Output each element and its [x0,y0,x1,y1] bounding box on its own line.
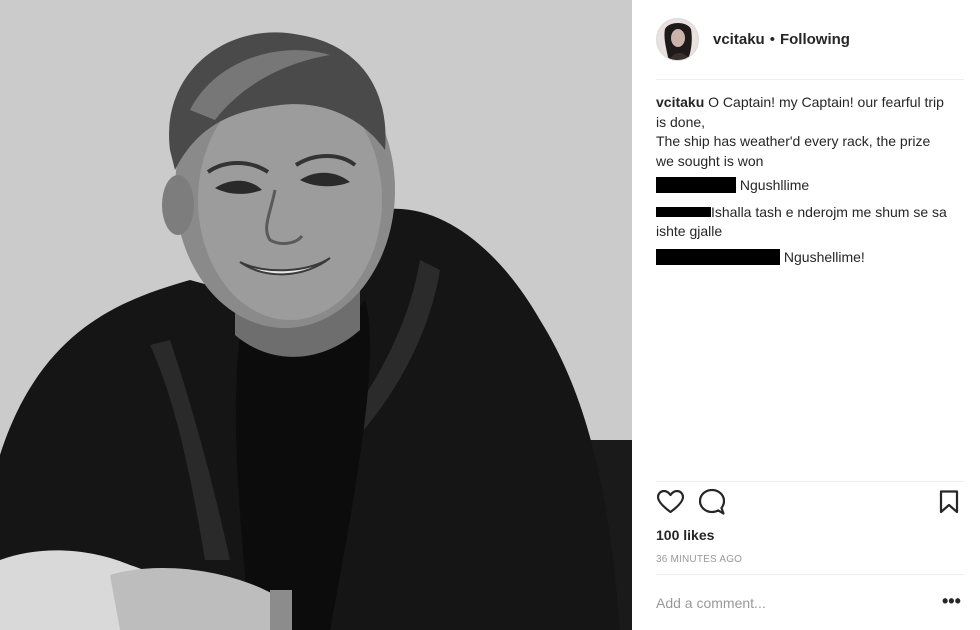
post-timestamp: 36 MINUTES AGO [656,554,743,565]
portrait-image [0,0,632,630]
avatar[interactable] [656,18,699,61]
comment-item: Ngushellime! [656,248,956,268]
comment-divider [656,574,964,575]
separator-dot: • [769,31,775,48]
add-comment-input[interactable]: Add a comment... [656,595,766,611]
comment-item: Ishalla tash e nderojm me shum se sa ish… [656,203,956,242]
post-username[interactable]: vcitaku [713,31,765,48]
caption-line-3: The ship has weather'd every rack, the p… [656,133,931,149]
post-details-panel: vcitaku • Following vcitaku O Captain! m… [632,0,980,630]
action-bar [656,488,964,518]
post-photo[interactable] [0,0,632,630]
caption: vcitaku O Captain! my Captain! our fearf… [656,93,956,171]
speech-bubble-icon[interactable] [698,488,726,516]
like-count[interactable]: 100 likes [656,527,714,543]
caption-username[interactable]: vcitaku [656,94,704,110]
comment-text: Ngushellime! [783,248,865,265]
caption-line-1: O Captain! my Captain! our fearful trip [708,94,944,110]
redacted-username [656,177,736,193]
header-text: vcitaku • Following [713,31,850,48]
comment-text-line-2: ishte gjalle [656,223,723,239]
comment-item: Ngushllime [656,176,956,196]
comments-list: vcitaku O Captain! my Captain! our fearf… [656,93,956,267]
bookmark-icon[interactable] [935,488,963,516]
heart-icon[interactable] [656,488,684,516]
caption-line-4: we sought is won [656,152,764,169]
instagram-post: vcitaku • Following vcitaku O Captain! m… [0,0,980,630]
actions-divider [656,481,964,482]
comment-text: Ngushllime [739,177,810,193]
redacted-username [656,206,711,217]
post-header: vcitaku • Following [632,0,980,79]
redacted-username [656,248,780,265]
caption-line-2: is done, [656,113,706,130]
ellipsis-icon[interactable]: ••• [942,592,964,612]
comment-text: Ishalla tash e nderojm me shum se sa [711,203,947,220]
following-button[interactable]: Following [780,31,850,48]
header-divider [656,79,964,80]
